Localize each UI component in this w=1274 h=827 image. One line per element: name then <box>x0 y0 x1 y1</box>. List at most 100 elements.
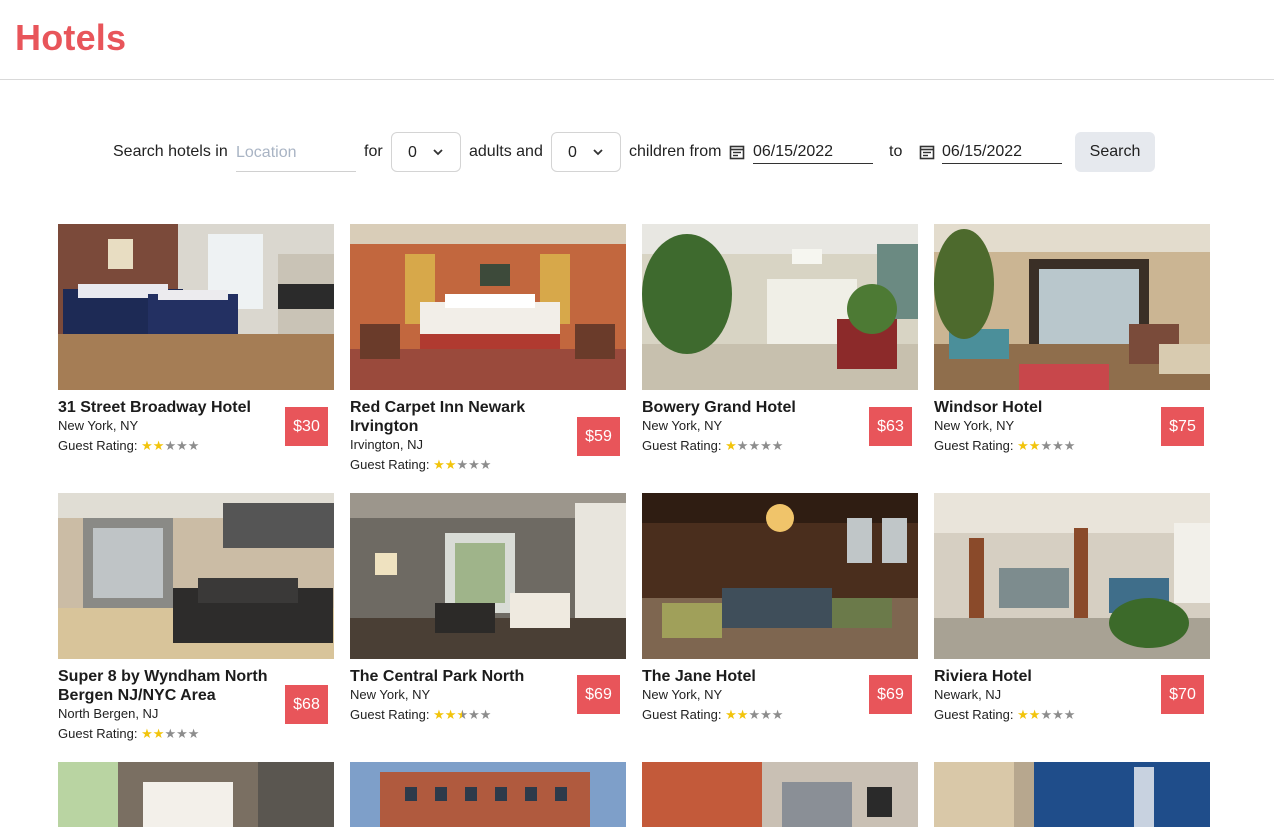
star-icon: ★ <box>1063 707 1076 722</box>
hotel-photo[interactable] <box>934 224 1210 390</box>
star-icon: ★ <box>1052 707 1064 722</box>
hotel-photo[interactable] <box>642 762 918 827</box>
hotel-photo[interactable] <box>58 224 334 390</box>
adults-value: 0 <box>408 144 417 161</box>
star-icon: ★ <box>468 707 480 722</box>
to-label: to <box>889 143 903 160</box>
price-badge[interactable]: $70 <box>1161 675 1204 714</box>
star-icon: ★ <box>141 726 153 741</box>
guest-rating: Guest Rating: ★★★★★ <box>350 707 491 723</box>
price-badge[interactable]: $30 <box>285 407 328 446</box>
guest-rating: Guest Rating: ★★★★★ <box>642 707 783 723</box>
star-icon: ★ <box>736 438 749 453</box>
star-icon: ★ <box>1063 438 1076 453</box>
star-icon: ★ <box>479 707 492 722</box>
guest-rating: Guest Rating: ★★★★★ <box>642 438 783 454</box>
price-badge[interactable]: $68 <box>285 685 328 724</box>
guest-rating: Guest Rating: ★★★★★ <box>350 457 491 473</box>
hotel-name[interactable]: Windsor Hotel <box>934 398 1149 417</box>
price-badge[interactable]: $59 <box>577 417 620 456</box>
rating-label: Guest Rating: <box>934 438 1014 453</box>
star-icon: ★ <box>748 438 761 453</box>
star-icon: ★ <box>456 707 469 722</box>
children-label: children from <box>629 143 722 160</box>
search-bar: Search hotels in for 0 adults and 0 chil… <box>0 132 1274 172</box>
adults-label: adults and <box>469 143 543 160</box>
rating-stars: ★★★★★ <box>141 438 199 453</box>
star-icon: ★ <box>771 707 784 722</box>
rating-label: Guest Rating: <box>58 726 138 741</box>
star-icon: ★ <box>176 726 188 741</box>
top-header: Hotels <box>0 0 1274 80</box>
rating-label: Guest Rating: <box>642 707 722 722</box>
app-title[interactable]: Hotels <box>15 17 126 59</box>
hotel-location: New York, NY <box>934 418 1015 433</box>
calendar-icon[interactable] <box>919 144 935 160</box>
star-icon: ★ <box>1040 707 1053 722</box>
hotel-location: Irvington, NJ <box>350 437 423 452</box>
children-select[interactable]: 0 <box>551 132 621 172</box>
rating-label: Guest Rating: <box>934 707 1014 722</box>
hotel-location: North Bergen, NJ <box>58 706 159 721</box>
rating-label: Guest Rating: <box>58 438 138 453</box>
hotel-location: Newark, NJ <box>934 687 1002 702</box>
rating-stars: ★★★★★ <box>433 707 491 722</box>
star-icon: ★ <box>164 438 177 453</box>
guest-rating: Guest Rating: ★★★★★ <box>58 726 199 742</box>
hotel-photo[interactable] <box>934 762 1210 827</box>
hotel-location: New York, NY <box>350 687 431 702</box>
to-date-input[interactable]: 06/15/2022 <box>942 132 1062 164</box>
guest-rating: Guest Rating: ★★★★★ <box>58 438 199 454</box>
hotel-location: New York, NY <box>58 418 139 433</box>
hotel-photo[interactable] <box>642 224 918 390</box>
price-badge[interactable]: $69 <box>577 675 620 714</box>
rating-label: Guest Rating: <box>350 707 430 722</box>
chevron-down-icon <box>593 149 603 156</box>
star-icon: ★ <box>141 438 153 453</box>
hotel-location: New York, NY <box>642 418 723 433</box>
rating-stars: ★★★★★ <box>1017 438 1075 453</box>
hotel-photo[interactable] <box>350 493 626 659</box>
children-value: 0 <box>568 144 577 161</box>
hotel-photo[interactable] <box>350 224 626 390</box>
rating-stars: ★★★★★ <box>1017 707 1075 722</box>
hotel-name[interactable]: Super 8 by Wyndham North Bergen NJ/NYC A… <box>58 667 273 705</box>
star-icon: ★ <box>1017 707 1029 722</box>
hotel-name[interactable]: Bowery Grand Hotel <box>642 398 857 417</box>
star-icon: ★ <box>187 438 200 453</box>
hotel-photo[interactable] <box>58 762 334 827</box>
star-icon: ★ <box>1028 438 1041 453</box>
hotel-photo[interactable] <box>934 493 1210 659</box>
guest-rating: Guest Rating: ★★★★★ <box>934 707 1075 723</box>
hotel-photo[interactable] <box>642 493 918 659</box>
star-icon: ★ <box>1017 438 1029 453</box>
location-input[interactable] <box>236 132 356 172</box>
star-icon: ★ <box>1052 438 1064 453</box>
star-icon: ★ <box>725 438 737 453</box>
star-icon: ★ <box>444 707 457 722</box>
price-badge[interactable]: $75 <box>1161 407 1204 446</box>
search-button[interactable]: Search <box>1075 132 1155 172</box>
calendar-icon[interactable] <box>729 144 745 160</box>
hotel-name[interactable]: The Central Park North <box>350 667 565 686</box>
hotel-name[interactable]: Red Carpet Inn Newark Irvington <box>350 398 565 436</box>
star-icon: ★ <box>725 707 737 722</box>
star-icon: ★ <box>456 457 469 472</box>
hotel-photo[interactable] <box>350 762 626 827</box>
star-icon: ★ <box>152 438 165 453</box>
adults-select[interactable]: 0 <box>391 132 461 172</box>
for-label: for <box>364 143 383 160</box>
hotel-name[interactable]: 31 Street Broadway Hotel <box>58 398 273 417</box>
star-icon: ★ <box>433 457 445 472</box>
star-icon: ★ <box>760 438 772 453</box>
hotel-photo[interactable] <box>58 493 334 659</box>
hotel-name[interactable]: The Jane Hotel <box>642 667 857 686</box>
price-badge[interactable]: $63 <box>869 407 912 446</box>
star-icon: ★ <box>152 726 165 741</box>
hotel-name[interactable]: Riviera Hotel <box>934 667 1149 686</box>
star-icon: ★ <box>444 457 457 472</box>
from-date-input[interactable]: 06/15/2022 <box>753 132 873 164</box>
star-icon: ★ <box>1028 707 1041 722</box>
price-badge[interactable]: $69 <box>869 675 912 714</box>
hotel-location: New York, NY <box>642 687 723 702</box>
